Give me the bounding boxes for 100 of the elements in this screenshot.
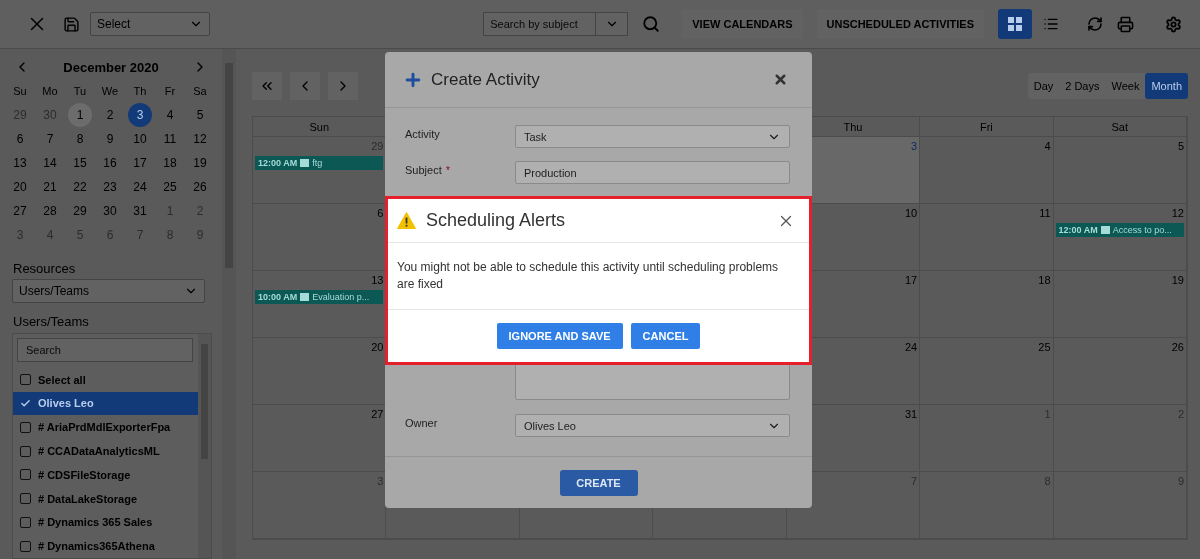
user-list-item[interactable]: # CDSFileStorage [13, 462, 198, 487]
calendar-day[interactable]: 12 [188, 127, 212, 151]
weekday-header: Fri [979, 120, 993, 133]
calendar-day[interactable]: 15 [68, 151, 92, 175]
calendar-day[interactable]: 8 [68, 127, 92, 151]
calendar-day[interactable]: 16 [98, 151, 122, 175]
resources-select[interactable]: Users/Teams [12, 279, 205, 303]
search-field[interactable]: Search by subject [483, 12, 629, 36]
field-value: Olives Leo [524, 419, 576, 432]
section-label: Users/Teams [13, 314, 90, 329]
user-list-item[interactable]: # AriaPrdMdlExporterFpa [13, 415, 198, 440]
text-field[interactable]: Production [515, 161, 790, 184]
select-value: Users/Teams [19, 284, 89, 298]
view-tab[interactable]: 2 Days [1059, 73, 1106, 99]
calendar-day[interactable]: 9 [98, 127, 122, 151]
field-value: Task [524, 130, 547, 143]
date-number: 5 [1177, 140, 1184, 152]
calendar-day[interactable]: 5 [188, 103, 212, 127]
calendar-day[interactable]: 25 [158, 175, 182, 199]
calendar-day[interactable]: 10 [128, 127, 152, 151]
weekday-label: Su [13, 85, 27, 97]
view-select[interactable]: Select [90, 12, 210, 36]
view-tab[interactable]: Week [1105, 73, 1146, 99]
calendar-day[interactable]: 17 [128, 151, 152, 175]
field-label: Activity [405, 127, 441, 140]
calendar-day[interactable]: 13 [8, 151, 32, 175]
calendar-day[interactable]: 6 [8, 127, 32, 151]
date-number: 4 [1044, 140, 1051, 152]
checkbox[interactable] [20, 516, 31, 528]
item-label: # AriaPrdMdlExporterFpa [38, 421, 171, 434]
event-time: 12:00 AM [1058, 225, 1098, 235]
calendar-day[interactable]: 19 [188, 151, 212, 175]
calendar-day[interactable]: 22 [68, 175, 92, 199]
calendar-day[interactable]: 28 [38, 199, 62, 223]
checkbox[interactable] [20, 540, 31, 552]
calendar-day[interactable]: 20 [8, 175, 32, 199]
user-list-item[interactable]: Select all [13, 367, 198, 392]
calendar-day[interactable]: 2 [98, 103, 122, 127]
user-list-item[interactable]: Olives Leo [13, 391, 198, 416]
user-list-item[interactable]: # Dynamics365Athena [13, 534, 198, 559]
grid-view-icon [1008, 17, 1022, 31]
calendar-day[interactable]: 30 [98, 199, 122, 223]
calendar-day[interactable]: 24 [128, 175, 152, 199]
next-button[interactable] [328, 72, 358, 100]
calendar-day[interactable]: 31 [128, 199, 152, 223]
calendar-day[interactable]: 21 [38, 175, 62, 199]
calendar-icon [1100, 226, 1110, 234]
calendar-day[interactable]: 11 [158, 127, 182, 151]
weekday-label: Tu [73, 85, 87, 97]
checkbox[interactable] [20, 493, 31, 505]
calendar-day[interactable]: 7 [38, 127, 62, 151]
checkbox[interactable] [20, 469, 31, 481]
alert-button[interactable]: CANCEL [630, 323, 701, 349]
scrollbar[interactable] [222, 49, 236, 559]
view-tab[interactable]: Month [1145, 73, 1188, 99]
event-bar[interactable]: 10:00 AM Evaluation p... [255, 290, 384, 304]
item-label: Select all [38, 373, 86, 386]
refresh-icon [1087, 16, 1103, 32]
list-view-icon [1043, 16, 1059, 32]
calendar-day[interactable]: 3 [128, 103, 152, 127]
select-field[interactable]: Task [515, 125, 790, 148]
user-list-item[interactable]: # Dynamics 365 Sales [13, 510, 198, 535]
date-number: 10 [904, 207, 918, 219]
event-bar[interactable]: 12:00 AM Access to po... [1055, 223, 1184, 237]
date-number: 20 [371, 341, 384, 353]
date-number: 6 [377, 207, 384, 219]
scrollbar[interactable] [198, 334, 211, 558]
calendar-day[interactable]: 1 [68, 103, 92, 127]
calendar-day[interactable]: 14 [38, 151, 62, 175]
calendar-icon [300, 293, 310, 301]
select-field[interactable]: Olives Leo [515, 414, 790, 437]
calendar-day[interactable]: 18 [158, 151, 182, 175]
event-bar[interactable]: 12:00 AM ftg [255, 156, 384, 170]
user-list-item[interactable]: # CCADataAnalyticsML [13, 439, 198, 463]
view-tab[interactable]: Day [1027, 73, 1060, 99]
search-input[interactable]: Search by subject [484, 13, 596, 35]
checkbox[interactable] [20, 445, 31, 457]
calendar-day[interactable]: 23 [98, 175, 122, 199]
checkbox[interactable] [20, 421, 31, 433]
checkbox[interactable] [20, 397, 31, 409]
close-icon[interactable] [773, 72, 788, 87]
date-number: 26 [1171, 341, 1184, 353]
view-toggle[interactable] [998, 9, 1032, 39]
checkbox[interactable] [20, 374, 31, 386]
item-label: # CCADataAnalyticsML [38, 445, 160, 458]
calendar-day[interactable]: 26 [188, 175, 212, 199]
calendar-day[interactable]: 29 [68, 199, 92, 223]
user-list-item[interactable]: # DataLakeStorage [13, 486, 198, 511]
previous-button[interactable] [290, 72, 320, 100]
weekday-label: We [101, 85, 119, 97]
date-number: 11 [1039, 207, 1051, 219]
create-button[interactable]: CREATE [559, 470, 638, 496]
search-field[interactable]: Search [17, 338, 193, 362]
alert-button[interactable]: IGNORE AND SAVE [496, 323, 623, 349]
printer-icon [1116, 15, 1134, 33]
calendar-day[interactable]: 4 [158, 103, 182, 127]
calendar-day[interactable]: 27 [8, 199, 32, 223]
search-icon [642, 15, 661, 33]
first-page-button[interactable] [252, 72, 282, 100]
field-label: Subject * [405, 163, 451, 176]
